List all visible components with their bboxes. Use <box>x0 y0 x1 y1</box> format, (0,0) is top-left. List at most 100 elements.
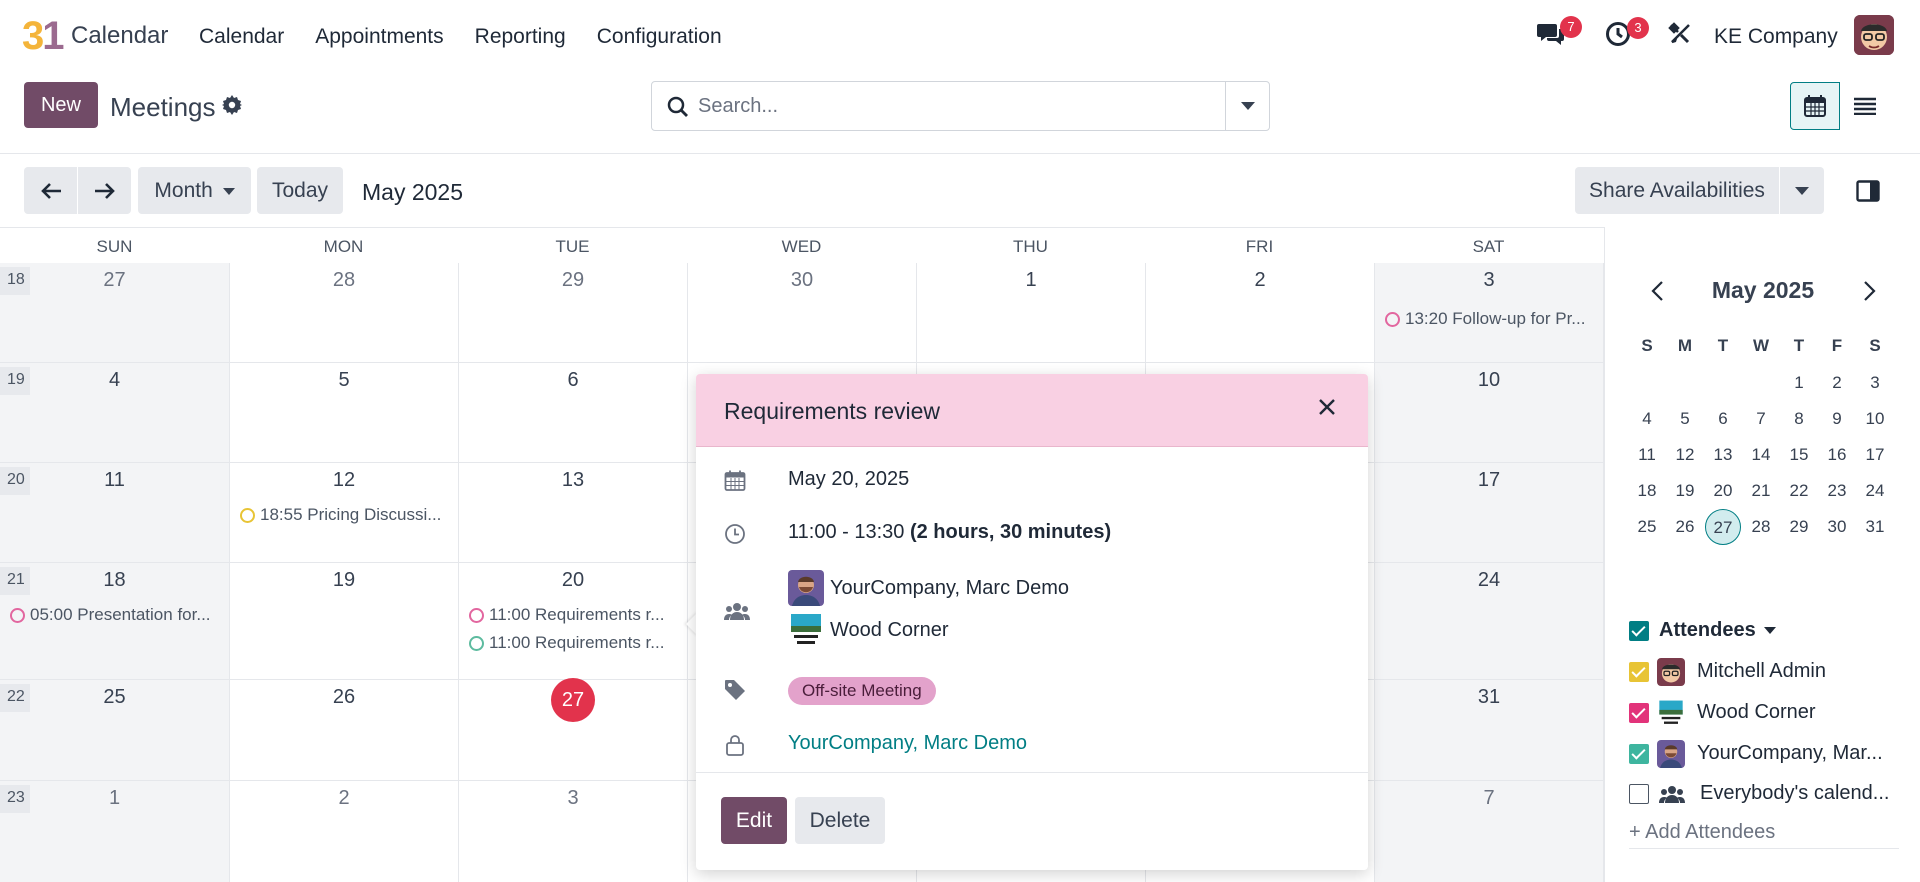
organizer-link[interactable]: YourCompany, Marc Demo <box>788 732 1027 755</box>
day-cell[interactable]: 20 11:00 Requirements r... 11:00 Require… <box>459 563 688 680</box>
mini-day[interactable]: 15 <box>1781 437 1817 473</box>
mini-day[interactable]: 25 <box>1629 509 1665 545</box>
day-cell[interactable]: 2 <box>230 781 459 882</box>
mini-day[interactable]: 3 <box>1857 365 1893 401</box>
side-panel-toggle[interactable] <box>1856 180 1880 208</box>
day-cell[interactable]: 29 <box>459 263 688 363</box>
mini-day[interactable]: 8 <box>1781 401 1817 437</box>
mini-day[interactable]: 26 <box>1667 509 1703 545</box>
mini-day[interactable]: 17 <box>1857 437 1893 473</box>
mini-day[interactable]: 7 <box>1743 401 1779 437</box>
menu-configuration[interactable]: Configuration <box>597 25 722 49</box>
mini-day[interactable]: 31 <box>1857 509 1893 545</box>
activities-button[interactable]: 3 <box>1605 17 1649 53</box>
day-cell[interactable]: 18 27 <box>0 263 230 363</box>
day-cell[interactable]: 31 <box>1375 680 1604 781</box>
day-cell[interactable]: 13 <box>459 463 688 563</box>
calendar-event[interactable]: 05:00 Presentation for... <box>10 603 223 627</box>
mini-day[interactable]: 30 <box>1819 509 1855 545</box>
mini-calendar-next-button[interactable] <box>1863 280 1877 308</box>
calendar-view-button[interactable] <box>1790 82 1840 130</box>
messages-button[interactable]: 7 <box>1536 16 1582 54</box>
day-cell[interactable]: 24 <box>1375 563 1604 680</box>
share-availabilities-button[interactable]: Share Availabilities <box>1575 167 1779 214</box>
day-cell[interactable]: 19 <box>230 563 459 680</box>
day-cell[interactable]: 23 1 <box>0 781 230 882</box>
menu-calendar[interactable]: Calendar <box>199 25 284 49</box>
mini-day[interactable]: 28 <box>1743 509 1779 545</box>
day-cell-today[interactable]: 27 <box>459 678 688 781</box>
day-cell[interactable]: 26 <box>230 680 459 781</box>
list-view-button[interactable] <box>1840 82 1890 130</box>
mini-day[interactable]: 9 <box>1819 401 1855 437</box>
user-avatar[interactable] <box>1854 15 1894 55</box>
day-cell[interactable]: 28 <box>230 263 459 363</box>
day-cell[interactable]: 10 <box>1375 363 1604 463</box>
attendees-section-label[interactable]: Attendees <box>1659 619 1777 642</box>
filter-checkbox-wood-corner[interactable] <box>1629 703 1649 723</box>
share-options-toggle[interactable] <box>1780 167 1824 214</box>
day-cell[interactable]: 22 25 <box>0 680 230 781</box>
day-cell[interactable]: 20 11 <box>0 463 230 563</box>
today-button[interactable]: Today <box>257 167 343 214</box>
mini-day[interactable]: 4 <box>1629 401 1665 437</box>
mini-day[interactable]: 5 <box>1667 401 1703 437</box>
mini-day[interactable]: 16 <box>1819 437 1855 473</box>
app-name[interactable]: Calendar <box>71 22 168 50</box>
company-switcher[interactable]: KE Company <box>1714 25 1838 49</box>
mini-day[interactable]: 22 <box>1781 473 1817 509</box>
day-cell[interactable]: 6 <box>459 363 688 463</box>
day-cell[interactable]: 12 18:55 Pricing Discussi... <box>230 463 459 563</box>
mini-day[interactable]: 2 <box>1819 365 1855 401</box>
mini-day-today[interactable]: 27 <box>1705 509 1741 545</box>
mini-day[interactable]: 12 <box>1667 437 1703 473</box>
mini-day[interactable]: 29 <box>1781 509 1817 545</box>
day-cell[interactable]: 30 <box>688 263 917 363</box>
mini-day[interactable]: 21 <box>1743 473 1779 509</box>
mini-day[interactable]: 19 <box>1667 473 1703 509</box>
mini-day[interactable]: 1 <box>1781 365 1817 401</box>
day-cell[interactable]: 5 <box>230 363 459 463</box>
day-cell[interactable]: 1 <box>917 263 1146 363</box>
attendees-toggle-all-checkbox[interactable] <box>1629 621 1649 641</box>
filter-checkbox-everybody[interactable] <box>1629 784 1649 804</box>
day-cell[interactable]: 3 13:20 Follow-up for Pr... <box>1375 263 1604 363</box>
mini-day[interactable]: 20 <box>1705 473 1741 509</box>
next-period-button[interactable] <box>78 167 131 214</box>
filter-checkbox-yourcompany-marc-demo[interactable] <box>1629 744 1649 764</box>
mini-day[interactable]: 6 <box>1705 401 1741 437</box>
menu-appointments[interactable]: Appointments <box>315 25 443 49</box>
calendar-event[interactable]: 11:00 Requirements r... <box>469 631 681 655</box>
mini-day[interactable]: 23 <box>1819 473 1855 509</box>
edit-button[interactable]: Edit <box>721 797 787 844</box>
filter-checkbox-mitchell-admin[interactable] <box>1629 662 1649 682</box>
mini-day[interactable]: 14 <box>1743 437 1779 473</box>
mini-day[interactable]: 18 <box>1629 473 1665 509</box>
day-cell[interactable]: 17 <box>1375 463 1604 563</box>
actions-gear-button[interactable] <box>222 95 242 121</box>
scale-dropdown[interactable]: Month <box>138 167 251 214</box>
delete-button[interactable]: Delete <box>795 797 885 844</box>
day-cell[interactable]: 3 <box>459 781 688 882</box>
search-input[interactable] <box>698 92 1198 120</box>
search-options-toggle[interactable] <box>1225 82 1269 130</box>
day-cell[interactable]: 2 <box>1146 263 1375 363</box>
day-cell[interactable]: 21 18 05:00 Presentation for... <box>0 563 230 680</box>
calendar-event[interactable]: 13:20 Follow-up for Pr... <box>1385 307 1597 331</box>
new-button[interactable]: New <box>24 82 98 128</box>
day-cell[interactable]: 7 <box>1375 781 1604 882</box>
filter-label: Everybody's calend... <box>1700 782 1890 804</box>
mini-day[interactable]: 10 <box>1857 401 1893 437</box>
calendar-event[interactable]: 11:00 Requirements r... <box>469 603 681 627</box>
mini-day[interactable]: 13 <box>1705 437 1741 473</box>
day-cell[interactable]: 19 4 <box>0 363 230 463</box>
close-popover-button[interactable] <box>1318 398 1338 418</box>
add-attendees-input[interactable]: + Add Attendees <box>1629 821 1899 849</box>
calendar-app-logo[interactable]: 31 <box>22 14 65 58</box>
mini-day[interactable]: 24 <box>1857 473 1893 509</box>
calendar-event[interactable]: 18:55 Pricing Discussi... <box>240 503 452 527</box>
menu-reporting[interactable]: Reporting <box>475 25 566 49</box>
previous-period-button[interactable] <box>24 167 77 214</box>
settings-tools-button[interactable] <box>1668 22 1692 52</box>
mini-day[interactable]: 11 <box>1629 437 1665 473</box>
